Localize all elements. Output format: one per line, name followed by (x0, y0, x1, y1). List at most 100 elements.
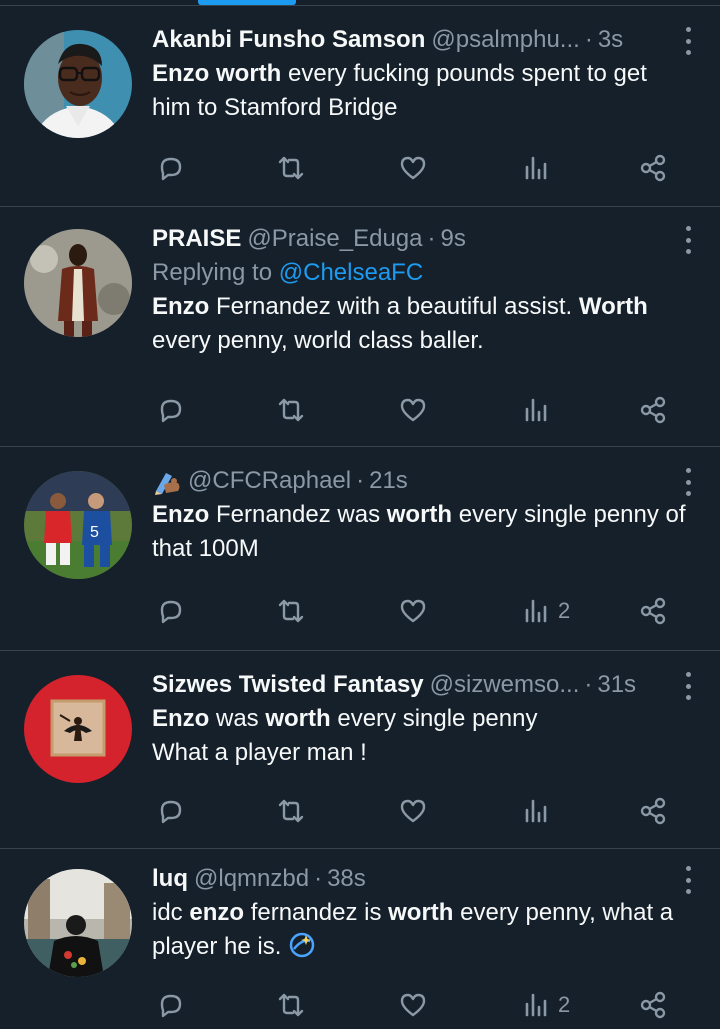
more-icon[interactable] (678, 226, 698, 254)
text-run: What a player man ! (152, 739, 367, 766)
tweet-text-line: player he is. (152, 930, 696, 969)
tweet-actions: 2 (152, 985, 696, 1025)
share-button[interactable] (638, 148, 668, 188)
reply-button[interactable] (156, 791, 186, 831)
text-run: Fernandez was (209, 501, 387, 528)
text-run: every single penny (330, 705, 538, 732)
separator-dot: · (314, 865, 323, 892)
avatar[interactable] (24, 229, 132, 337)
display-name[interactable]: Sizwes Twisted Fantasy (152, 671, 424, 699)
reply-icon (156, 596, 186, 626)
retweet-button[interactable] (276, 390, 306, 430)
share-button[interactable] (638, 390, 668, 430)
tweet[interactable]: 5 @CFCRaphael · 21s Enzo Fernandez was w… (0, 447, 720, 651)
text-run: was (209, 705, 266, 732)
tweet-text-line: Enzo worth every fucking pounds spent to… (152, 57, 696, 91)
retweet-button[interactable] (276, 591, 306, 631)
tweet-actions (152, 148, 696, 188)
tweet-text-line: him to Stamford Bridge (152, 91, 696, 125)
like-button[interactable] (398, 591, 428, 631)
reply-button[interactable] (156, 148, 186, 188)
tweet-time[interactable]: 9s (441, 225, 466, 253)
user-handle[interactable]: @lqmnzbd (194, 865, 309, 893)
bold-text: worth (388, 899, 454, 926)
reply-icon (156, 990, 186, 1020)
more-icon[interactable] (678, 27, 698, 55)
replying-to: Replying to @ChelseaFC (152, 256, 696, 290)
views-button[interactable] (520, 791, 558, 831)
views-button[interactable] (520, 390, 558, 430)
bold-text: worth (265, 705, 331, 732)
tweet-feed[interactable]: Akanbi Funsho Samson @psalmphu... · 3s E… (0, 6, 720, 1029)
reply-icon (156, 153, 186, 183)
share-icon (638, 796, 668, 826)
separator-dot: · (584, 26, 593, 53)
more-icon[interactable] (678, 866, 698, 894)
views-count: 2 (558, 992, 571, 1017)
more-icon[interactable] (678, 672, 698, 700)
avatar[interactable]: 5 (24, 471, 132, 579)
user-handle[interactable]: @Praise_Eduga (247, 225, 422, 253)
tweet-text-line: Enzo Fernandez was worth every single pe… (152, 498, 696, 532)
views-button[interactable]: 2 (520, 985, 570, 1025)
tweet-text: idc enzo fernandez is worth every penny,… (152, 896, 696, 969)
like-button[interactable] (398, 985, 428, 1025)
display-name[interactable]: PRAISE (152, 225, 241, 253)
retweet-button[interactable] (276, 985, 306, 1025)
user-handle[interactable]: @CFCRaphael (188, 467, 351, 495)
retweet-button[interactable] (276, 791, 306, 831)
avatar[interactable] (24, 869, 132, 977)
svg-text:5: 5 (90, 524, 99, 541)
reply-button[interactable] (156, 591, 186, 631)
share-button[interactable] (638, 985, 668, 1025)
user-handle[interactable]: @sizwemso... (430, 671, 580, 699)
more-icon[interactable] (678, 468, 698, 496)
views-count: 2 (558, 598, 571, 623)
reply-button[interactable] (156, 390, 186, 430)
tweet-text-line: that 100M (152, 532, 696, 566)
replying-to-label: Replying to (152, 259, 279, 286)
tweet-time[interactable]: 31s (597, 671, 636, 699)
bold-text: Enzo (152, 705, 210, 732)
separator-dot: · (427, 225, 436, 252)
tweet[interactable]: PRAISE @Praise_Eduga · 9s Replying to @C… (0, 207, 720, 447)
retweet-icon (276, 990, 306, 1020)
tweet-text-line: Enzo Fernandez with a beautiful assist. … (152, 290, 696, 324)
views-icon (520, 796, 550, 826)
share-icon (638, 596, 668, 626)
tweet-text-line: Enzo was worth every single penny (152, 702, 696, 736)
retweet-button[interactable] (276, 148, 306, 188)
sparkle-ball-icon (288, 931, 316, 969)
tweet-time[interactable]: 3s (598, 26, 623, 54)
avatar[interactable] (24, 30, 132, 138)
like-button[interactable] (398, 148, 428, 188)
text-run: every penny, what a (453, 899, 674, 926)
tweet[interactable]: Sizwes Twisted Fantasy @sizwemso... · 31… (0, 651, 720, 849)
display-name[interactable]: Akanbi Funsho Samson (152, 26, 425, 54)
reply-button[interactable] (156, 985, 186, 1025)
heart-icon (398, 596, 428, 626)
tweet[interactable]: luq @lqmnzbd · 38s idc enzo fernandez is… (0, 849, 720, 1029)
tweet-text: Enzo Fernandez was worth every single pe… (152, 498, 696, 566)
tweet[interactable]: Akanbi Funsho Samson @psalmphu... · 3s E… (0, 6, 720, 207)
bold-text: worth (386, 501, 453, 528)
bold-text: Worth (578, 293, 648, 320)
like-button[interactable] (398, 390, 428, 430)
bold-text: enzo (189, 899, 245, 926)
tweet-text-line: every penny, world class baller. (152, 324, 696, 358)
heart-icon (398, 796, 428, 826)
text-run: him to Stamford Bridge (152, 94, 398, 121)
share-button[interactable] (638, 791, 668, 831)
mention-link[interactable]: @ChelseaFC (279, 259, 423, 286)
tweet-text: Enzo was worth every single penny What a … (152, 702, 696, 770)
tweet-time[interactable]: 21s (369, 467, 408, 495)
tweet-text-line: What a player man ! (152, 736, 696, 770)
display-name[interactable]: luq (152, 865, 188, 893)
tweet-time[interactable]: 38s (327, 865, 366, 893)
avatar[interactable] (24, 675, 132, 783)
share-button[interactable] (638, 591, 668, 631)
user-handle[interactable]: @psalmphu... (431, 26, 579, 54)
views-button[interactable]: 2 (520, 591, 570, 631)
views-button[interactable] (520, 148, 558, 188)
like-button[interactable] (398, 791, 428, 831)
